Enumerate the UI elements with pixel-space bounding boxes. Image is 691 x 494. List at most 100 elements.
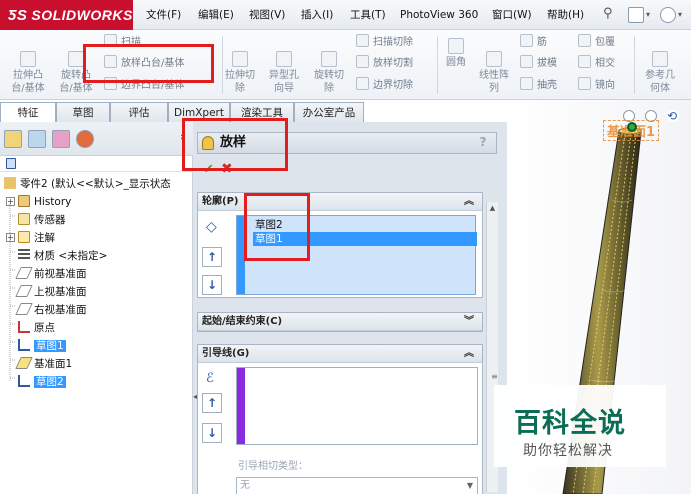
collapse-chevron-icon[interactable]: ︽ [464,193,474,211]
rib-icon [520,34,533,47]
menu-view[interactable]: 视图(V) [249,0,285,30]
help-icon[interactable]: ? [476,135,490,149]
mirror-button[interactable]: 镜向 [578,77,615,94]
shell-icon [520,77,533,90]
hole-wizard-button[interactable]: 异型孔 向导 [264,38,304,95]
property-manager-tab-icon[interactable] [28,130,46,148]
expand-chevron-icon[interactable]: ︾ [464,313,474,331]
move-down-arrow-icon[interactable]: ↓ [202,423,222,443]
tab-evaluate[interactable]: 评估 [110,102,168,122]
wrap-icon [578,34,591,47]
draft-icon [520,55,533,68]
menu-file[interactable]: 文件(F) [146,0,181,30]
panel-splitter-handle[interactable]: ◂ [193,392,198,422]
tree-item-sketch1[interactable]: 草图1 [18,338,66,354]
tab-features[interactable]: 特征 [0,102,56,123]
fillet-icon [448,38,464,54]
guide-tangency-select[interactable]: 无 ▼ [236,477,478,494]
watermark: 百科全说 助你轻松解决 [494,385,666,467]
swept-cut-button[interactable]: 扫描切除 [356,34,413,51]
tree-item-front-plane[interactable]: 前视基准面 [15,266,87,282]
new-dropdown-icon[interactable]: ▾ [646,0,650,30]
title-bar: ƼS SOLIDWORKS 文件(F) 编辑(E) 视图(V) 插入(I) 工具(… [0,0,691,30]
draft-button[interactable]: 拔模 [520,55,557,72]
reference-geometry-icon [652,51,668,67]
feature-manager-tab-icon[interactable] [4,130,22,148]
open-dropdown-icon[interactable]: ▾ [678,0,682,30]
tree-item-sensors[interactable]: 传感器 [18,212,66,228]
wrap-button[interactable]: 包覆 [578,34,615,51]
extrude-boss-icon [20,51,36,67]
guide-curves-header[interactable]: 引导线(G) ︽ [198,345,482,363]
solidworks-logo[interactable]: ƼS SOLIDWORKS [0,0,133,30]
linear-pattern-icon [486,51,502,67]
open-document-icon[interactable] [660,7,676,23]
filter-icon[interactable] [6,158,16,169]
menu-insert[interactable]: 插入(I) [301,0,333,30]
boundary-cut-button[interactable]: 边界切除 [356,77,413,94]
revolve-cut-button[interactable]: 旋转切 除 [309,38,349,95]
annotation-highlight-loft-button [83,44,214,83]
boundary-cut-icon [356,77,369,90]
guide-curves-list[interactable] [236,367,478,445]
menu-window[interactable]: 窗口(W) [492,0,532,30]
scroll-up-arrow-icon[interactable]: ▲ [487,202,498,214]
revolve-cut-icon [321,51,337,67]
mirror-icon [578,77,591,90]
watermark-subtitle: 助你轻松解决 [523,443,613,459]
rib-button[interactable]: 筋 [520,34,547,51]
tree-connector-lines [9,204,16,382]
intersect-icon [578,55,591,68]
collapse-chevron-icon[interactable]: ︽ [464,345,474,363]
profiles-group-header[interactable]: 轮廓(P) ︽ [198,193,482,211]
guide-curve-icon: ℰ [206,371,214,386]
tab-sketch[interactable]: 草图 [56,102,110,122]
hole-wizard-icon [276,51,292,67]
extrude-boss-button[interactable]: 拉伸凸 台/基体 [8,38,48,95]
fillet-button[interactable]: 圆角 [440,38,472,69]
reference-geometry-button[interactable]: 参考几 何体 [638,38,682,95]
swept-cut-icon [356,34,369,47]
linear-pattern-button[interactable]: 线性阵 列 [474,38,514,95]
pin-icon[interactable]: ⚲ [603,7,619,23]
profiles-group: 轮廓(P) ︽ ◇ ↑ ↓ 草图2 草图1 [197,192,483,298]
feature-manager-panel: › 零件2 (默认<<默认>_显示状态 + History 传感器 + 注解 材质 … [0,122,193,494]
watermark-title: 百科全说 [514,408,626,439]
guide-curves-group: 引导线(G) ︽ ℰ ↑ ↓ 引导相切类型： 无 ▼ [197,344,483,494]
tab-office-products[interactable]: 办公室产品 [294,102,364,122]
guide-color-strip [237,368,245,444]
tree-item-right-plane[interactable]: 右视基准面 [15,302,87,318]
scroll-grip-icon[interactable]: ≡ [491,372,498,381]
panel-tab-strip: › [0,122,193,156]
tree-item-material[interactable]: 材质 <未指定> [18,248,107,264]
intersect-button[interactable]: 相交 [578,55,615,72]
tree-item-origin[interactable]: 原点 [18,320,55,336]
tree-item-top-plane[interactable]: 上视基准面 [15,284,87,300]
menu-tools[interactable]: 工具(T) [350,0,386,30]
new-document-icon[interactable] [628,7,644,23]
move-up-arrow-icon[interactable]: ↑ [202,393,222,413]
tree-filter-bar [0,156,193,172]
revolve-boss-icon [68,51,84,67]
guide-tangency-label: 引导相切类型： [238,461,308,472]
configuration-manager-tab-icon[interactable] [52,130,70,148]
part-root[interactable]: 零件2 (默认<<默认>_显示状态 [4,176,171,192]
profile-selection-icon: ◇ [206,219,217,235]
menu-edit[interactable]: 编辑(E) [198,0,234,30]
shell-button[interactable]: 抽壳 [520,77,557,94]
tree-item-plane1[interactable]: 基准面1 [15,356,72,372]
move-down-arrow-icon[interactable]: ↓ [202,275,222,295]
display-manager-tab-icon[interactable] [76,130,94,148]
lofted-cut-icon [356,55,369,68]
start-end-constraints-header[interactable]: 起始/结束约束(C) ︾ [198,313,482,331]
origin-point-icon [627,122,637,132]
lofted-cut-button[interactable]: 放样切割 [356,55,413,72]
extrude-cut-button[interactable]: 拉伸切 除 [224,38,256,95]
annotation-highlight-loft-title [182,118,288,171]
menu-photoview[interactable]: PhotoView 360 [400,0,478,30]
tree-item-sketch2[interactable]: 草图2 [18,374,66,390]
move-up-arrow-icon[interactable]: ↑ [202,247,222,267]
ribbon-divider [222,36,223,94]
menu-help[interactable]: 帮助(H) [547,0,584,30]
dropdown-arrow-icon: ▼ [466,481,473,490]
